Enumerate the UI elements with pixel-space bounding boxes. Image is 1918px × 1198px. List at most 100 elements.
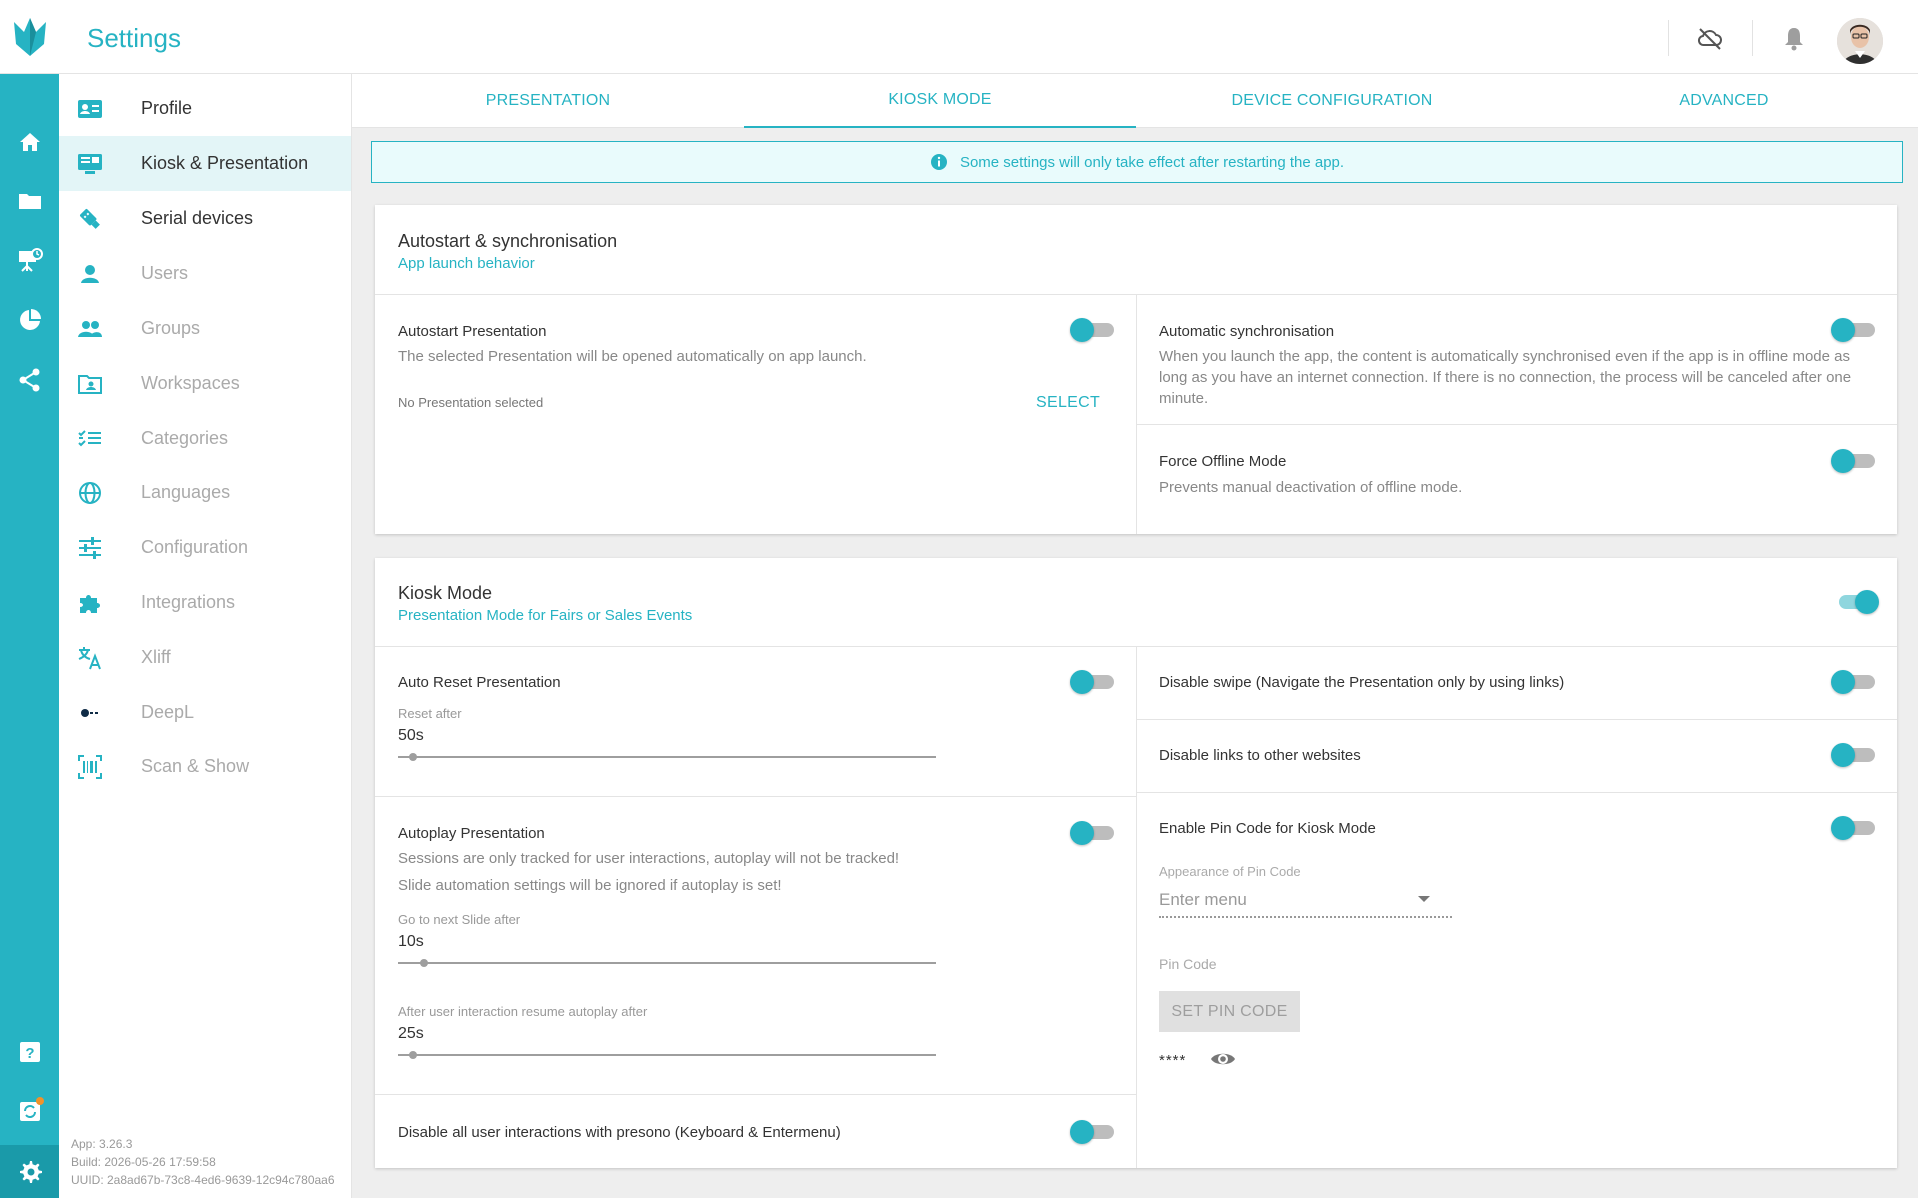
pin-appearance-placeholder: Enter menu [1159,890,1247,909]
select-presentation-button[interactable]: SELECT [1036,394,1100,412]
info-banner-text: Some settings will only take effect afte… [959,153,1345,171]
sidebar-item-label: Groups [141,318,201,338]
sidebar-item-label: Users [141,263,189,283]
sidebar-item-label: Categories [141,428,229,448]
automatic-sync-toggle[interactable] [1831,316,1877,342]
sidebar-item-label: Serial devices [141,208,254,228]
profile-card-icon [78,100,102,118]
sidebar-item-groups[interactable]: Groups [59,301,351,356]
pin-code-label: Pin Code [1159,956,1217,972]
icon-rail: ? [0,74,59,1198]
sidebar-item-users[interactable]: Users [59,246,351,301]
automatic-sync-description: When you launch the app, the content is … [1159,348,1852,407]
app-version: App: 3.26.3 [71,1137,133,1151]
chevron-down-icon [1418,896,1430,902]
help-icon[interactable]: ? [0,1026,59,1078]
translate-icon [78,647,101,670]
tab-device-configuration[interactable]: DEVICE CONFIGURATION [1136,74,1528,128]
app-logo-icon[interactable] [10,14,50,60]
eye-icon[interactable] [1210,1048,1236,1070]
cloud-off-icon[interactable] [1696,24,1724,52]
svg-text:?: ? [25,1045,34,1062]
autoplay-description: Sessions are only tracked for user inter… [398,850,900,867]
autostart-card: Autostart & synchronisation App launch b… [375,205,1897,534]
settings-icon[interactable] [0,1145,59,1198]
top-bar: Settings [0,0,1918,74]
sidebar-item-label: Configuration [141,537,249,557]
resume-autoplay-slider[interactable] [398,1050,936,1060]
reset-after-value: 50s [398,727,424,744]
force-offline-description: Prevents manual deactivation of offline … [1159,479,1463,496]
globe-icon [79,482,101,504]
selected-presentation-text: No Presentation selected [398,395,544,410]
divider [375,796,1136,797]
pin-code-toggle[interactable] [1831,814,1877,840]
reset-after-slider[interactable] [398,752,936,762]
tab-kiosk-mode[interactable]: KIOSK MODE [744,74,1136,128]
sliders-icon [79,537,101,559]
sidebar-item-label: Profile [141,98,193,118]
next-slide-value: 10s [398,933,424,950]
sidebar-item-profile[interactable]: Profile [59,81,351,136]
sidebar-item-label: Workspaces [141,373,240,393]
divider [1136,424,1897,425]
sidebar-item-scan-show[interactable]: Scan & Show [59,739,351,794]
sidebar-item-kiosk-presentation[interactable]: Kiosk & Presentation [59,136,351,191]
sidebar-item-deepl[interactable]: DeepL [59,685,351,740]
settings-sidebar: Profile Kiosk & Presentation Serial devi… [59,74,352,1198]
barcode-scan-icon [78,755,102,779]
disable-swipe-toggle[interactable] [1831,668,1877,694]
set-pin-code-button[interactable]: SET PIN CODE [1159,991,1300,1032]
sidebar-item-integrations[interactable]: Integrations [59,575,351,630]
disable-swipe-label: Disable swipe (Navigate the Presentation… [1159,674,1565,691]
page-title: Settings [87,23,181,53]
sidebar-item-workspaces[interactable]: Workspaces [59,356,351,411]
sidebar-item-categories[interactable]: Categories [59,411,351,466]
sidebar-item-languages[interactable]: Languages [59,465,351,520]
next-slide-slider[interactable] [398,958,936,968]
share-icon[interactable] [0,354,59,406]
tab-presentation[interactable]: PRESENTATION [352,74,744,128]
home-icon[interactable] [0,116,59,168]
info-icon [930,154,947,170]
sidebar-item-label: Scan & Show [141,756,250,776]
avatar[interactable] [1837,18,1883,64]
reset-after-label: Reset after [398,706,462,721]
build-timestamp: Build: 2026-05-26 17:59:58 [71,1155,216,1169]
disable-interactions-toggle[interactable] [1070,1118,1116,1144]
force-offline-toggle[interactable] [1831,447,1877,473]
sync-icon[interactable] [0,1085,59,1137]
resume-autoplay-value: 25s [398,1025,424,1042]
divider [1752,20,1753,56]
chart-pie-icon[interactable] [0,294,59,346]
autoplay-toggle[interactable] [1070,819,1116,845]
divider [375,1094,1136,1095]
divider [1136,646,1137,1168]
auto-reset-toggle[interactable] [1070,668,1116,694]
pin-code-masked-value: **** [1159,1052,1187,1069]
sidebar-item-label: Xliff [141,647,171,667]
auto-reset-label: Auto Reset Presentation [398,674,561,691]
card-subtitle: App launch behavior [398,255,535,272]
divider [1136,719,1897,720]
kiosk-mode-toggle[interactable] [1833,588,1879,614]
autostart-presentation-label: Autostart Presentation [398,323,547,340]
autostart-presentation-toggle[interactable] [1070,316,1116,342]
tab-advanced[interactable]: ADVANCED [1528,74,1918,128]
disable-interactions-label: Disable all user interactions with preso… [398,1124,841,1141]
sidebar-item-label: Languages [141,482,231,502]
force-offline-label: Force Offline Mode [1159,453,1287,470]
pin-appearance-select[interactable]: Enter menu [1159,880,1452,918]
card-title: Autostart & synchronisation [398,231,618,251]
card-subtitle: Presentation Mode for Fairs or Sales Eve… [398,607,693,624]
bell-icon[interactable] [1780,24,1808,52]
sidebar-item-xliff[interactable]: Xliff [59,630,351,685]
disable-links-toggle[interactable] [1831,741,1877,767]
folder-icon[interactable] [0,175,59,227]
pin-appearance-label: Appearance of Pin Code [1159,864,1301,879]
sidebar-item-configuration[interactable]: Configuration [59,520,351,575]
presentation-icon[interactable] [0,234,59,286]
card-title: Kiosk Mode [398,583,493,603]
info-banner: Some settings will only take effect afte… [371,141,1903,183]
sidebar-item-serial-devices[interactable]: Serial devices [59,191,351,246]
